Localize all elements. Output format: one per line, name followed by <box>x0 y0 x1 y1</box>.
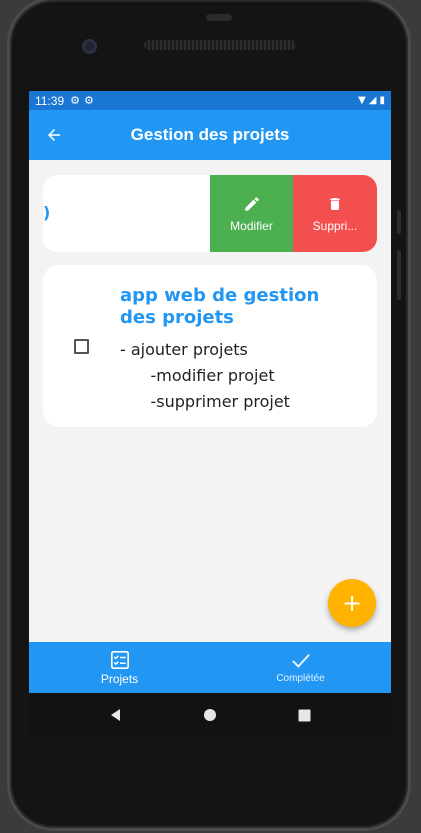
gear-icon: ⚙ <box>70 94 81 107</box>
system-home-button[interactable] <box>200 705 220 725</box>
nav-label: Projets <box>100 671 139 686</box>
app-bar: Gestion des projets <box>29 110 391 160</box>
description-line: -supprimer projet <box>120 392 290 411</box>
back-button[interactable] <box>29 110 79 160</box>
peek-text: ) <box>43 203 51 222</box>
checklist-icon <box>110 650 130 670</box>
bottom-navigation: Projets Complétée <box>29 642 391 693</box>
battery-icon: ▮ <box>379 95 385 106</box>
project-title: app web de gestion des projets <box>120 285 320 328</box>
pencil-icon <box>243 195 261 213</box>
volume-up-button <box>397 210 401 234</box>
circle-home-icon <box>204 709 216 721</box>
description-line: -modifier projet <box>120 366 275 385</box>
add-project-button[interactable]: + <box>328 579 376 627</box>
triangle-back-icon <box>111 709 120 721</box>
delete-button[interactable]: Suppri... <box>293 175 377 252</box>
gear-icon: ⚙ <box>84 94 94 107</box>
nav-label: Complétée <box>276 673 325 684</box>
earpiece <box>206 14 232 21</box>
swiped-project-card[interactable]: ) Modifier Suppri... <box>43 175 377 252</box>
volume-down-button <box>397 250 401 300</box>
speaker-grille <box>144 40 296 50</box>
status-time: 11:39 <box>35 93 65 108</box>
modify-button[interactable]: Modifier <box>210 175 293 252</box>
signal-icon: ◢ <box>368 95 377 106</box>
trash-icon <box>327 195 343 213</box>
nav-item-completee[interactable]: Complétée <box>210 642 391 693</box>
nav-item-projets[interactable]: Projets <box>29 642 210 693</box>
system-navigation-bar <box>29 693 391 737</box>
square-recents-icon <box>298 709 310 721</box>
project-description: - ajouter projets -modifier projet -supp… <box>120 337 290 415</box>
app-screen: 11:39 ⚙ ⚙ ▼ ◢ ▮ Gestion des projets ) Mo… <box>29 91 391 693</box>
description-line: - ajouter projets <box>120 340 248 359</box>
wifi-icon: ▼ <box>358 95 366 106</box>
status-right-icons: ▼ ◢ ▮ <box>358 95 385 106</box>
project-card[interactable]: app web de gestion des projets - ajouter… <box>43 265 377 427</box>
system-recents-button[interactable] <box>294 705 314 725</box>
front-camera <box>82 39 97 54</box>
page-title: Gestion des projets <box>130 125 290 144</box>
status-bar: 11:39 ⚙ ⚙ ▼ ◢ ▮ <box>29 91 391 110</box>
card-peek: ) <box>43 175 210 252</box>
check-icon <box>290 651 312 671</box>
arrow-back-icon <box>48 129 60 141</box>
plus-icon: + <box>341 589 363 617</box>
project-checkbox[interactable] <box>74 339 89 354</box>
modify-label: Modifier <box>230 218 273 233</box>
system-back-button[interactable] <box>106 705 126 725</box>
delete-label: Suppri... <box>312 218 358 233</box>
